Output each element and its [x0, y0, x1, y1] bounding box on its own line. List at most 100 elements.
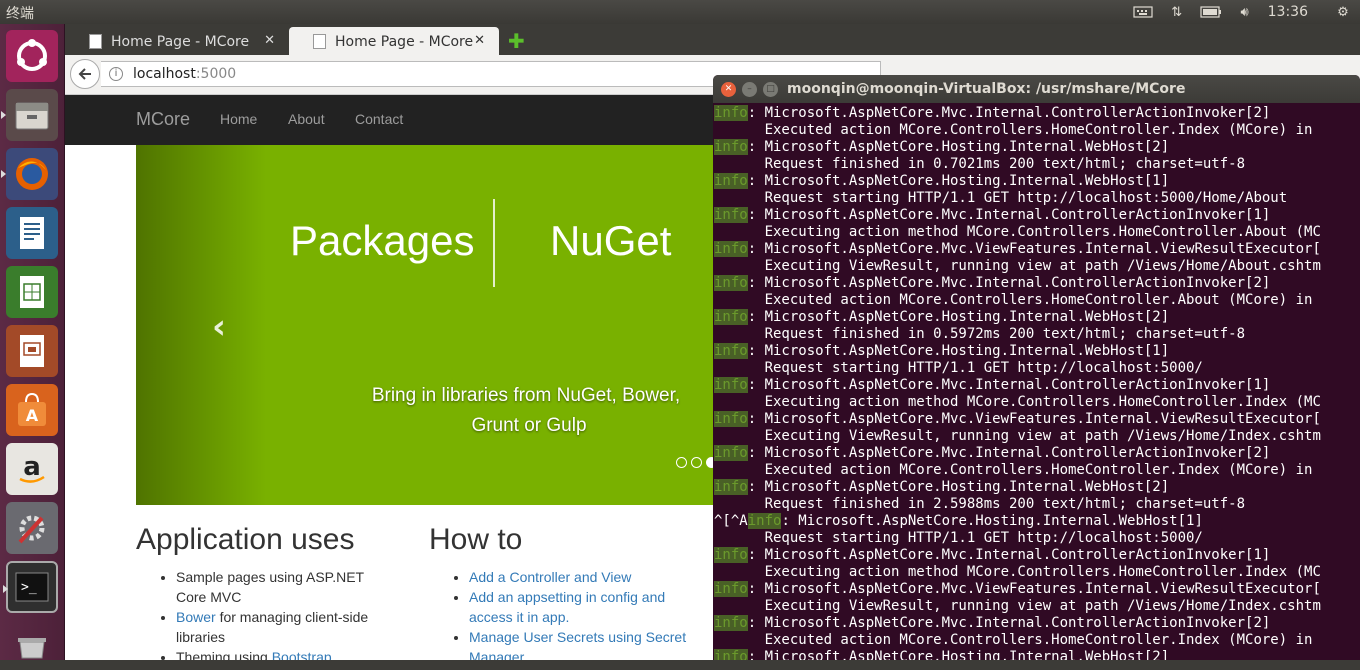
firefox-icon[interactable]: [1, 148, 58, 200]
terminal-line: Request starting HTTP/1.1 GET http://loc…: [714, 190, 1360, 207]
writer-icon[interactable]: [6, 207, 58, 259]
system-tray: ⇅ 🔊︎ 13:36 ⚙: [1126, 0, 1360, 24]
add-controller-link[interactable]: Add a Controller and View: [469, 569, 631, 585]
terminal-line: info: Microsoft.AspNetCore.Mvc.ViewFeatu…: [714, 411, 1360, 428]
chevron-left-icon[interactable]: ‹: [212, 307, 226, 347]
tab-home-page-2[interactable]: Home Page - MCore ✕: [289, 27, 499, 55]
network-icon[interactable]: ⇅: [1160, 0, 1194, 24]
nav-about[interactable]: About: [288, 111, 325, 127]
log-text: : Microsoft.AspNetCore.Hosting.Internal.…: [747, 343, 1170, 359]
log-text: Executing action method MCore.Controller…: [714, 394, 1321, 410]
log-level-tag: info: [714, 377, 748, 393]
add-appsetting-link[interactable]: Add an appsetting in config and access i…: [469, 589, 665, 625]
url-host: localhost: [133, 66, 196, 82]
terminal-window: ✕ – □ moonqin@moonqin-VirtualBox: /usr/m…: [713, 75, 1360, 660]
volume-icon[interactable]: 🔊︎: [1228, 0, 1262, 24]
log-text: Executed action MCore.Controllers.HomeCo…: [714, 292, 1313, 308]
svg-text:A: A: [26, 406, 39, 425]
nav-contact[interactable]: Contact: [355, 111, 403, 127]
terminal-line: ^[^Ainfo: Microsoft.AspNetCore.Hosting.I…: [714, 513, 1360, 530]
close-icon[interactable]: ✕: [264, 33, 275, 48]
trash-icon[interactable]: [6, 618, 58, 670]
log-level-tag: info: [714, 139, 748, 155]
log-level-tag: info: [714, 649, 748, 660]
log-text: : Microsoft.AspNetCore.Mvc.ViewFeatures.…: [747, 411, 1321, 427]
terminal-title: moonqin@moonqin-VirtualBox: /usr/mshare/…: [787, 81, 1186, 97]
log-text: Executing ViewResult, running view at pa…: [714, 258, 1321, 274]
log-text: : Microsoft.AspNetCore.Hosting.Internal.…: [747, 309, 1170, 325]
terminal-line: info: Microsoft.AspNetCore.Mvc.ViewFeatu…: [714, 241, 1360, 258]
gear-icon[interactable]: ⚙: [1326, 0, 1360, 24]
carousel-caption: Bring in libraries from NuGet, Bower, Gr…: [136, 381, 776, 441]
log-text: Request starting HTTP/1.1 GET http://loc…: [714, 190, 1288, 206]
terminal-line: info: Microsoft.AspNetCore.Mvc.Internal.…: [714, 615, 1360, 632]
terminal-output[interactable]: info: Microsoft.AspNetCore.Mvc.Internal.…: [714, 105, 1360, 660]
carousel-word-packages: Packages: [290, 217, 475, 264]
launcher: A a >_: [0, 24, 65, 660]
user-secrets-link[interactable]: Manage User Secrets using Secret Manager…: [469, 629, 686, 660]
tab-strip: Home Page - MCore ✕ Home Page - MCore ✕ …: [65, 24, 1360, 55]
list-item: Add an appsetting in config and access i…: [469, 587, 709, 627]
caption-line-2: Grunt or Gulp: [471, 415, 587, 436]
terminal-line: Executing ViewResult, running view at pa…: [714, 598, 1360, 615]
terminal-line: Request starting HTTP/1.1 GET http://loc…: [714, 530, 1360, 547]
application-uses-section: Application uses Sample pages using ASP.…: [136, 523, 396, 660]
log-level-tag: info: [714, 479, 748, 495]
page-icon: [89, 34, 102, 49]
log-level-tag: info: [714, 241, 748, 257]
ubuntu-dash-icon[interactable]: [6, 30, 58, 82]
software-center-icon[interactable]: A: [6, 384, 58, 436]
amazon-icon[interactable]: a: [6, 443, 58, 495]
log-text: Executing ViewResult, running view at pa…: [714, 598, 1321, 614]
minimize-window-icon[interactable]: –: [742, 82, 757, 97]
close-window-icon[interactable]: ✕: [721, 82, 736, 97]
url-port: :5000: [195, 66, 237, 82]
log-level-tag: info: [714, 173, 748, 189]
carousel-indicator[interactable]: [691, 457, 702, 468]
info-icon[interactable]: i: [109, 67, 123, 81]
log-level-tag: info: [714, 581, 748, 597]
log-level-tag: info: [714, 547, 748, 563]
keyboard-icon[interactable]: [1126, 0, 1160, 24]
terminal-icon[interactable]: >_: [3, 561, 58, 613]
nav-home[interactable]: Home: [220, 111, 257, 127]
log-text: : Microsoft.AspNetCore.Mvc.Internal.Cont…: [747, 105, 1271, 121]
site-brand[interactable]: MCore: [136, 109, 190, 130]
log-text: : Microsoft.AspNetCore.Mvc.Internal.Cont…: [747, 377, 1271, 393]
terminal-line: info: Microsoft.AspNetCore.Mvc.Internal.…: [714, 377, 1360, 394]
list-item: Bower for managing client-side libraries: [176, 607, 396, 647]
back-button[interactable]: [70, 59, 100, 89]
close-icon[interactable]: ✕: [474, 33, 485, 48]
bower-link[interactable]: Bower: [176, 609, 216, 625]
battery-icon[interactable]: [1194, 0, 1228, 24]
bootstrap-link[interactable]: Bootstrap: [272, 649, 332, 660]
log-text: Executed action MCore.Controllers.HomeCo…: [714, 122, 1313, 138]
carousel-indicator[interactable]: [676, 457, 687, 468]
log-text: : Microsoft.AspNetCore.Mvc.Internal.Cont…: [747, 275, 1271, 291]
terminal-line: Request finished in 2.5988ms 200 text/ht…: [714, 496, 1360, 513]
files-icon[interactable]: [1, 89, 58, 141]
terminal-line: Request finished in 0.7021ms 200 text/ht…: [714, 156, 1360, 173]
impress-icon[interactable]: [6, 325, 58, 377]
terminal-line: Request finished in 0.5972ms 200 text/ht…: [714, 326, 1360, 343]
maximize-window-icon[interactable]: □: [763, 82, 778, 97]
log-text: : Microsoft.AspNetCore.Hosting.Internal.…: [747, 479, 1170, 495]
terminal-titlebar[interactable]: ✕ – □ moonqin@moonqin-VirtualBox: /usr/m…: [713, 75, 1360, 103]
list-item: Theming using Bootstrap: [176, 647, 396, 660]
terminal-line: Executing action method MCore.Controller…: [714, 394, 1360, 411]
calc-icon[interactable]: [6, 266, 58, 318]
carousel-left-control[interactable]: [136, 145, 266, 505]
terminal-line: Executed action MCore.Controllers.HomeCo…: [714, 122, 1360, 139]
log-text: : Microsoft.AspNetCore.Mvc.Internal.Cont…: [747, 615, 1271, 631]
log-text: : Microsoft.AspNetCore.Hosting.Internal.…: [747, 649, 1170, 660]
new-tab-button[interactable]: ✚: [508, 29, 525, 53]
clock[interactable]: 13:36: [1262, 4, 1326, 20]
log-level-tag: info: [714, 207, 748, 223]
tab-home-page-1[interactable]: Home Page - MCore ✕: [65, 27, 289, 55]
log-text: Request starting HTTP/1.1 GET http://loc…: [714, 360, 1203, 376]
list-item: Add a Controller and View: [469, 567, 709, 587]
caption-line-1: Bring in libraries from NuGet, Bower,: [371, 385, 681, 406]
log-level-tag: info: [714, 445, 748, 461]
system-settings-icon[interactable]: [6, 502, 58, 554]
log-text: : Microsoft.AspNetCore.Mvc.Internal.Cont…: [747, 445, 1271, 461]
